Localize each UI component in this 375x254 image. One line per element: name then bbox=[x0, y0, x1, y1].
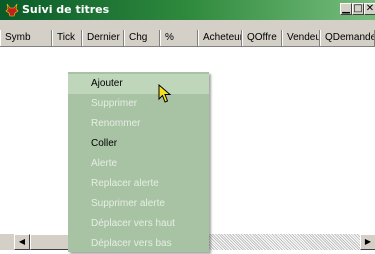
maximize-icon: □ bbox=[353, 3, 363, 14]
column-header-acheteur[interactable]: Acheteur bbox=[198, 30, 242, 46]
minimize-button[interactable]: ▁ bbox=[340, 3, 352, 15]
column-header-qoffre[interactable]: QOffre bbox=[242, 30, 282, 46]
scroll-thumb[interactable] bbox=[30, 234, 72, 250]
menu-item-alerte[interactable]: Alerte bbox=[68, 154, 209, 174]
menu-item-supprimer-alerte[interactable]: Supprimer alerte bbox=[68, 194, 209, 214]
arrow-right-icon: ▶ bbox=[364, 237, 372, 246]
menu-item-renommer[interactable]: Renommer bbox=[68, 114, 209, 134]
window-title: Suivi de titres bbox=[22, 3, 110, 16]
close-icon: ✕ bbox=[365, 3, 375, 14]
minimize-icon: ▁ bbox=[342, 3, 350, 14]
menu-item-deplacer-vers-bas[interactable]: Déplacer vers bas bbox=[68, 234, 209, 254]
menu-item-ajouter[interactable]: Ajouter bbox=[68, 74, 209, 94]
menu-item-replacer-alerte[interactable]: Replacer alerte bbox=[68, 174, 209, 194]
bull-icon bbox=[5, 3, 19, 17]
column-header-dernier[interactable]: Dernier bbox=[82, 30, 124, 46]
title-bar[interactable]: Suivi de titres ▁ □ ✕ bbox=[0, 0, 375, 20]
close-button[interactable]: ✕ bbox=[364, 3, 375, 15]
menu-item-deplacer-vers-haut[interactable]: Déplacer vers haut bbox=[68, 214, 209, 234]
column-header-chg[interactable]: Chg bbox=[124, 30, 160, 46]
maximize-button[interactable]: □ bbox=[352, 3, 364, 15]
column-header-percent[interactable]: % bbox=[160, 30, 198, 46]
column-header-row: Symb Tick Dernier Chg % Acheteur QOffre … bbox=[0, 30, 375, 47]
column-header-vendeur[interactable]: Vendeur bbox=[282, 30, 320, 46]
menu-item-supprimer[interactable]: Supprimer bbox=[68, 94, 209, 114]
scroll-left-button[interactable]: ◀ bbox=[14, 234, 30, 250]
column-header-symb[interactable]: Symb bbox=[0, 30, 52, 46]
column-header-tick[interactable]: Tick bbox=[52, 30, 82, 46]
column-header-qdemande[interactable]: QDemande bbox=[320, 30, 375, 46]
arrow-left-icon: ◀ bbox=[18, 237, 26, 246]
scroll-right-button[interactable]: ▶ bbox=[360, 234, 375, 250]
context-menu: Ajouter Supprimer Renommer Coller Alerte… bbox=[68, 72, 209, 252]
menu-item-coller[interactable]: Coller bbox=[68, 134, 209, 154]
